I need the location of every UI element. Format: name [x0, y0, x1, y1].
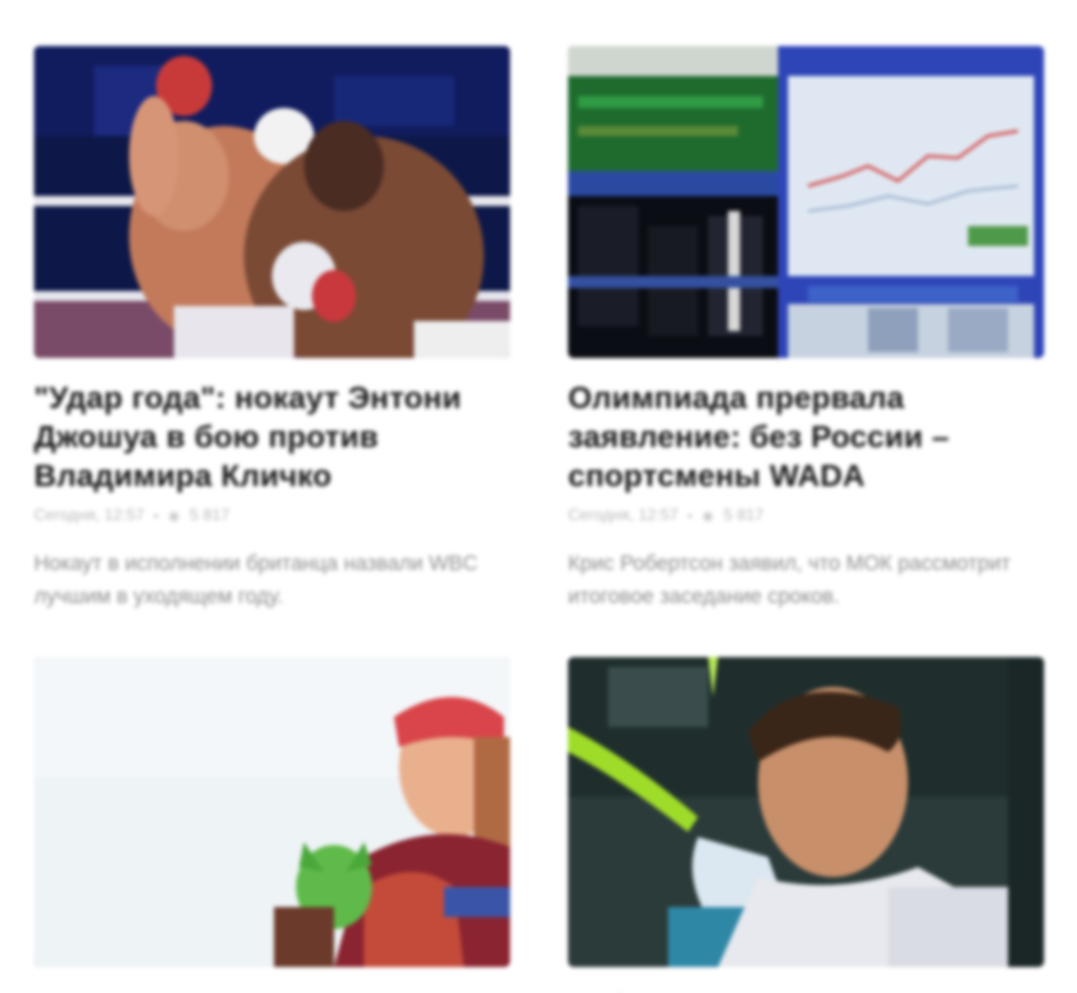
- news-meta: Сегодня, 12:57 ◉ 5 817: [34, 507, 510, 525]
- biathlete-photo: [34, 657, 510, 967]
- boxing-photo-icon[interactable]: [34, 46, 510, 358]
- separator-dot-icon: [688, 514, 693, 518]
- news-headline[interactable]: Олимпиада прервала заявление: без России…: [568, 378, 1044, 495]
- news-views: 5 817: [723, 507, 764, 524]
- news-card[interactable]: Олимпиада прервала заявление: без России…: [568, 46, 1044, 613]
- news-headline[interactable]: "Удар года": нокаут Энтони Джошуа в бою …: [34, 378, 510, 495]
- news-card[interactable]: Ольга Вилухина не вышла на старт в сезон…: [34, 657, 510, 993]
- biathlete-photo-icon[interactable]: [34, 657, 510, 967]
- news-lead: Крис Робертсон заявил, что МОК рассмотри…: [568, 552, 1011, 608]
- tennis-player-photo-icon[interactable]: [568, 657, 1044, 967]
- news-meta: Сегодня, 12:57 ◉ 5 817: [568, 507, 1044, 525]
- separator-dot-icon: [154, 514, 159, 518]
- boxing-photo: [34, 46, 510, 358]
- stadium-screen-photo: [568, 46, 1044, 358]
- news-date: Сегодня, 12:57: [568, 507, 679, 524]
- news-card[interactable]: Рафаэль Надаль завершает сезон досрочно: [568, 657, 1044, 993]
- eye-icon: ◉: [168, 508, 180, 523]
- news-lead: Нокаут в исполнении британца назвали WBC…: [34, 552, 478, 608]
- tennis-player-photo: [568, 657, 1044, 967]
- news-card[interactable]: "Удар года": нокаут Энтони Джошуа в бою …: [34, 46, 510, 613]
- news-grid: "Удар года": нокаут Энтони Джошуа в бою …: [34, 46, 1044, 993]
- news-views: 5 817: [189, 507, 230, 524]
- news-feed-page: "Удар года": нокаут Энтони Джошуа в бою …: [0, 0, 1077, 993]
- news-date: Сегодня, 12:57: [34, 507, 145, 524]
- stadium-screen-photo-icon[interactable]: [568, 46, 1044, 358]
- news-headline[interactable]: Рафаэль Надаль завершает сезон досрочно: [568, 985, 1044, 993]
- eye-icon: ◉: [702, 508, 714, 523]
- news-headline[interactable]: Ольга Вилухина не вышла на старт в сезон…: [34, 985, 510, 993]
